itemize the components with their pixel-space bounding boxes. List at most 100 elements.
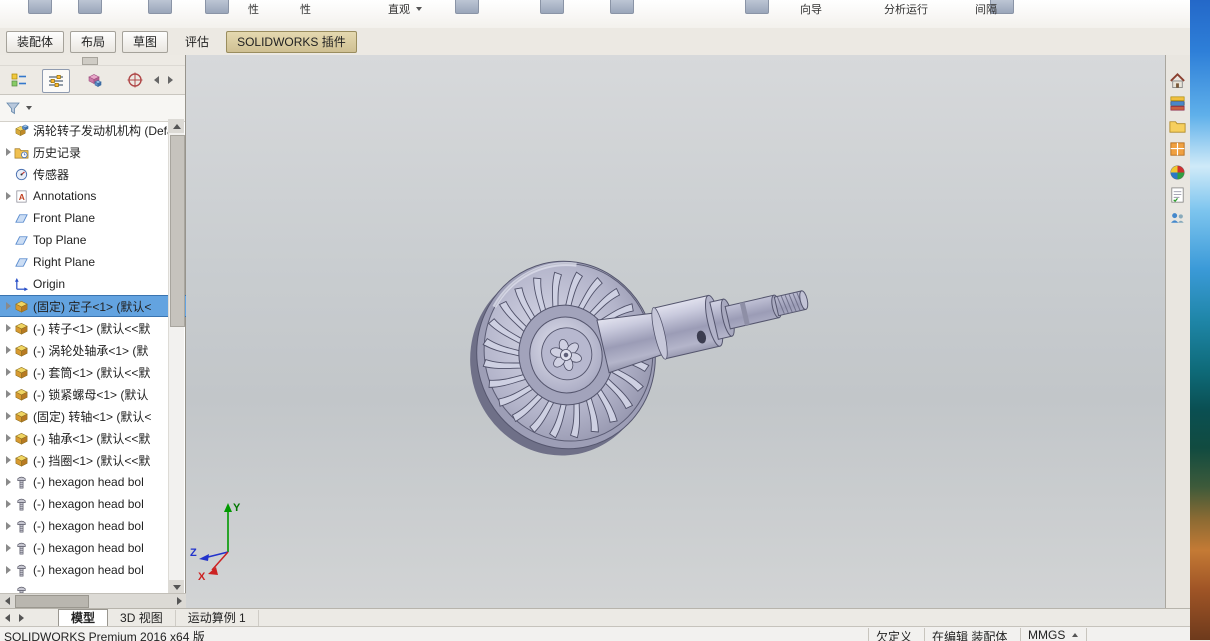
status-bar: SOLIDWORKS Premium 2016 x64 版 欠定义 在编辑 装配… bbox=[0, 626, 1190, 641]
expand-arrow-icon[interactable] bbox=[5, 368, 11, 376]
tree-item[interactable]: Origin bbox=[0, 273, 186, 295]
featuremanager-tab-icon[interactable] bbox=[6, 69, 32, 91]
tab-motion-study[interactable]: 运动算例 1 bbox=[176, 609, 259, 627]
scrollbar-thumb[interactable] bbox=[170, 135, 185, 327]
expand-arrow-icon[interactable] bbox=[5, 566, 11, 574]
ribbon-icon-stub bbox=[205, 0, 229, 14]
tree-item[interactable]: (-) 套筒<1> (默认<<默 bbox=[0, 361, 186, 383]
scrollbar-thumb[interactable] bbox=[15, 595, 89, 608]
tab-assembly[interactable]: 装配体 bbox=[6, 31, 65, 53]
chevron-down-icon[interactable] bbox=[26, 106, 32, 110]
tree-item-label: (-) hexagon head bol bbox=[33, 541, 144, 555]
plane-icon bbox=[14, 211, 29, 226]
expand-arrow-icon[interactable] bbox=[5, 478, 11, 486]
tree-item[interactable]: Annotations bbox=[0, 185, 186, 207]
tab-scroll-left-icon[interactable] bbox=[154, 76, 159, 84]
filter-funnel-icon[interactable] bbox=[5, 100, 21, 116]
home-icon[interactable] bbox=[1166, 69, 1189, 92]
tree-vertical-scrollbar[interactable] bbox=[168, 119, 185, 594]
tab-layout[interactable]: 布局 bbox=[70, 31, 117, 53]
tree-item[interactable]: 历史记录 bbox=[0, 141, 186, 163]
scroll-right-icon[interactable] bbox=[172, 594, 186, 607]
configurationmanager-tab-icon[interactable] bbox=[82, 69, 108, 91]
scroll-left-icon[interactable] bbox=[0, 594, 14, 607]
tree-item[interactable]: (-) hexagon head bol bbox=[0, 471, 186, 493]
expand-arrow-icon[interactable] bbox=[5, 324, 11, 332]
tree-item[interactable]: (-) hexagon head bol bbox=[0, 537, 186, 559]
component-icon bbox=[14, 321, 29, 336]
tab-solidworks-addins[interactable]: SOLIDWORKS 插件 bbox=[226, 31, 357, 53]
tree-root-item[interactable]: 涡轮转子发动机机构 (Defa bbox=[0, 119, 186, 141]
ribbon-icon-stub bbox=[610, 0, 634, 14]
tree-item[interactable]: (-) 锁紧螺母<1> (默认 bbox=[0, 383, 186, 405]
chevron-down-icon bbox=[416, 7, 422, 11]
component-icon bbox=[14, 387, 29, 402]
tree-item-label: Front Plane bbox=[33, 211, 96, 225]
expand-arrow-icon[interactable] bbox=[5, 390, 11, 398]
component-icon bbox=[14, 343, 29, 358]
turbine-rotor-model: Y Z X bbox=[190, 260, 809, 583]
expand-arrow-icon[interactable] bbox=[5, 148, 11, 156]
annotations-icon bbox=[14, 189, 29, 204]
tree-item-label: (-) 锁紧螺母<1> (默认 bbox=[33, 387, 149, 402]
tab-3d-views[interactable]: 3D 视图 bbox=[108, 609, 176, 627]
tree-item[interactable]: (-) 挡圈<1> (默认<<默 bbox=[0, 449, 186, 471]
bolt-icon bbox=[14, 519, 29, 534]
tab-nav-right-icon[interactable] bbox=[14, 611, 28, 625]
expand-arrow-icon[interactable] bbox=[5, 544, 11, 552]
tree-item[interactable]: 传感器 bbox=[0, 163, 186, 185]
expand-arrow-icon[interactable] bbox=[5, 456, 11, 464]
ribbon-icon-stub bbox=[78, 0, 102, 14]
tree-item-label: Right Plane bbox=[33, 255, 96, 269]
expand-arrow-icon[interactable] bbox=[5, 192, 11, 200]
units-selector[interactable]: MMGS bbox=[1028, 628, 1065, 641]
tree-item[interactable]: Front Plane bbox=[0, 207, 186, 229]
tree-horizontal-scrollbar[interactable] bbox=[0, 593, 186, 608]
tree-item-label: 传感器 bbox=[33, 167, 70, 182]
appearances-icon[interactable] bbox=[1166, 161, 1189, 184]
tree-item[interactable]: (固定) 转轴<1> (默认< bbox=[0, 405, 186, 427]
tree-item[interactable]: Right Plane bbox=[0, 251, 186, 273]
component-icon bbox=[14, 453, 29, 468]
file-explorer-icon[interactable] bbox=[1166, 115, 1189, 138]
tab-nav-left-icon[interactable] bbox=[0, 611, 14, 625]
expand-arrow-icon[interactable] bbox=[5, 302, 11, 310]
tree-item[interactable]: (-) hexagon head bol bbox=[0, 493, 186, 515]
chevron-up-icon[interactable] bbox=[1072, 633, 1078, 637]
tab-scroll-right-icon[interactable] bbox=[168, 76, 173, 84]
tree-item[interactable]: (-) 转子<1> (默认<<默 bbox=[0, 317, 186, 339]
expand-arrow-icon[interactable] bbox=[5, 412, 11, 420]
dimxpert-tab-icon[interactable] bbox=[122, 69, 148, 91]
tree-item[interactable]: (-) hexagon head bol bbox=[0, 559, 186, 581]
expand-arrow-icon[interactable] bbox=[5, 522, 11, 530]
tab-model[interactable]: 模型 bbox=[58, 609, 109, 627]
custom-properties-icon[interactable] bbox=[1166, 184, 1189, 207]
history-folder-icon bbox=[14, 145, 29, 160]
plane-icon bbox=[14, 255, 29, 270]
assembly-icon bbox=[14, 123, 29, 138]
tree-item-selected[interactable]: (固定) 定子<1> (默认< bbox=[0, 295, 186, 317]
expand-arrow-icon[interactable] bbox=[5, 346, 11, 354]
tree-item[interactable]: (-) hexagon head bol bbox=[0, 515, 186, 537]
component-icon bbox=[14, 409, 29, 424]
tree-item-label: (-) 轴承<1> (默认<<默 bbox=[33, 431, 151, 446]
bolt-icon bbox=[14, 541, 29, 556]
coordinate-triad: Y Z X bbox=[190, 502, 241, 583]
graphics-viewport[interactable]: Y Z X bbox=[186, 55, 1165, 608]
tree-item[interactable]: Top Plane bbox=[0, 229, 186, 251]
ribbon-icon-stub bbox=[455, 0, 479, 14]
scroll-up-icon[interactable] bbox=[169, 119, 184, 133]
expand-arrow-icon[interactable] bbox=[5, 434, 11, 442]
expand-arrow-icon[interactable] bbox=[5, 500, 11, 508]
panel-splitter[interactable] bbox=[0, 55, 185, 66]
propertymanager-tab-icon[interactable] bbox=[42, 69, 70, 93]
scroll-down-icon[interactable] bbox=[169, 580, 184, 594]
tab-sketch[interactable]: 草图 bbox=[122, 31, 169, 53]
tab-evaluate[interactable]: 评估 bbox=[174, 31, 220, 53]
ribbon-icon-stub bbox=[28, 0, 52, 14]
tree-item[interactable]: (-) 涡轮处轴承<1> (默 bbox=[0, 339, 186, 361]
forum-icon[interactable] bbox=[1166, 207, 1189, 230]
view-palette-icon[interactable] bbox=[1166, 138, 1189, 161]
design-library-icon[interactable] bbox=[1166, 92, 1189, 115]
tree-item[interactable]: (-) 轴承<1> (默认<<默 bbox=[0, 427, 186, 449]
